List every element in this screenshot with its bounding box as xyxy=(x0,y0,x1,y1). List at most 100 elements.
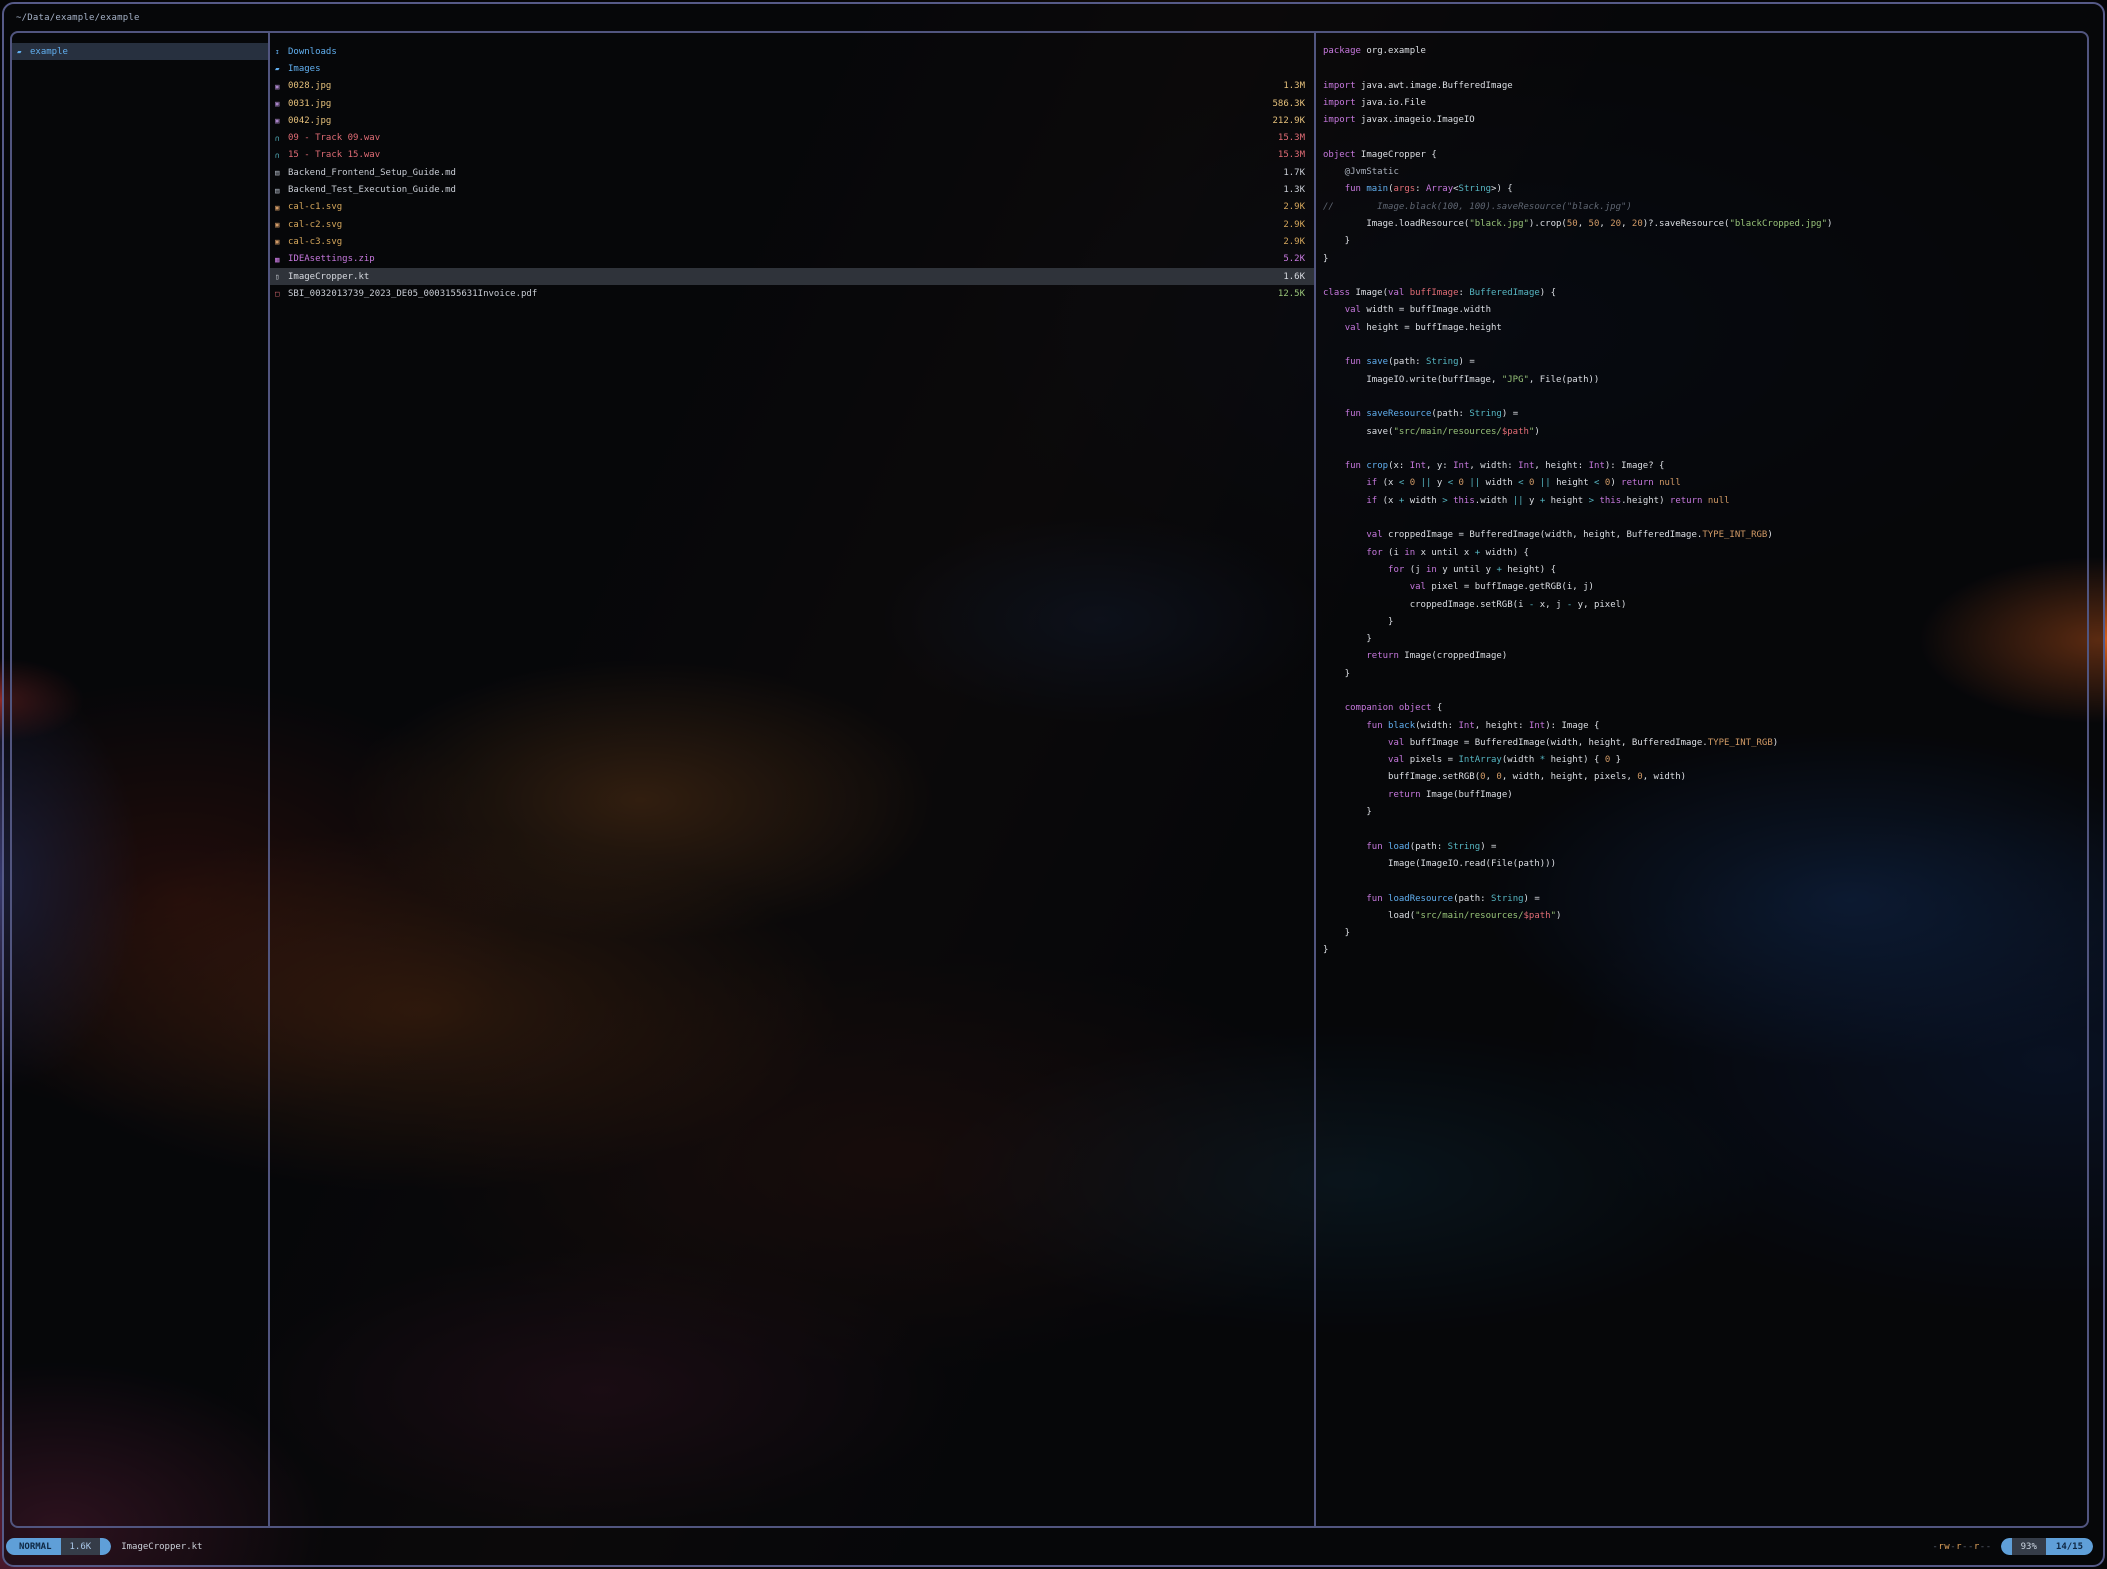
code-line: } xyxy=(1323,614,2091,631)
code-line: if (x < 0 || y < 0 || width < 0 || heigh… xyxy=(1323,475,2091,492)
code-line: for (j in y until y + height) { xyxy=(1323,562,2091,579)
code-line: fun black(width: Int, height: Int): Imag… xyxy=(1323,718,2091,735)
file-name: cal-c1.svg xyxy=(288,202,342,212)
file-permissions: -rw-r--r-- xyxy=(1932,1542,1991,1552)
code-line: // Image.black(100, 100).saveResource("b… xyxy=(1323,199,2091,216)
file-row[interactable]: ∩09 - Track 09.wav15.3M xyxy=(270,129,1314,146)
code-line xyxy=(1323,510,2091,527)
permission-segment: rw xyxy=(1938,1542,1950,1552)
code-line: val pixels = IntArray(width * height) { … xyxy=(1323,752,2091,769)
image-icon: ▣ xyxy=(275,220,288,229)
file-row[interactable]: ▣0028.jpg1.3M xyxy=(270,78,1314,95)
image-icon: ▣ xyxy=(275,237,288,246)
file-size: 2.9K xyxy=(1275,202,1305,212)
code-line xyxy=(1323,441,2091,458)
file-size: 1.3M xyxy=(1275,81,1305,91)
code-line: } xyxy=(1323,233,2091,250)
file-name: SBI_0032013739_2023_DE05_0003155631Invoi… xyxy=(288,289,537,299)
pill-cap xyxy=(100,1538,111,1555)
code-line: companion object { xyxy=(1323,700,2091,717)
screen: ~/Data/example/example ▰example ↧Downloa… xyxy=(0,0,2107,1569)
code-line: fun saveResource(path: String) = xyxy=(1323,406,2091,423)
code-line: ImageIO.write(buffImage, "JPG", File(pat… xyxy=(1323,372,2091,389)
file-size: 15.3M xyxy=(1270,133,1305,143)
file-row[interactable]: ▦IDEAsettings.zip5.2K xyxy=(270,251,1314,268)
file-row[interactable]: ▣cal-c3.svg 2.9K xyxy=(270,233,1314,250)
file-row[interactable]: ↧Downloads xyxy=(270,43,1314,60)
file-name: example xyxy=(30,47,68,57)
code-line: import java.io.File xyxy=(1323,95,2091,112)
code-line: import java.awt.image.BufferedImage xyxy=(1323,78,2091,95)
code-line xyxy=(1323,60,2091,77)
current-path: ~/Data/example/example xyxy=(16,9,140,27)
code-line: } xyxy=(1323,942,2091,959)
code-line xyxy=(1323,268,2091,285)
cursor-position: 14/15 xyxy=(2046,1538,2093,1555)
file-name: cal-c3.svg xyxy=(288,237,342,247)
image-icon: ▣ xyxy=(275,203,288,212)
code-line: } xyxy=(1323,666,2091,683)
file-size: 212.9K xyxy=(1264,116,1305,126)
file-size: 1.3K xyxy=(1275,185,1305,195)
file-size: 586.3K xyxy=(1264,99,1305,109)
code-line: object ImageCropper { xyxy=(1323,147,2091,164)
code-line: } xyxy=(1323,925,2091,942)
file-row[interactable]: ∩15 - Track 15.wav15.3M xyxy=(270,147,1314,164)
code-line: package org.example xyxy=(1323,43,2091,60)
file-list: ↧Downloads▰Images▣0028.jpg1.3M▣0031.jpg5… xyxy=(270,33,1314,302)
file-name: 0042.jpg xyxy=(288,116,331,126)
position-pill: 93% 14/15 xyxy=(2001,1538,2093,1555)
file-row[interactable]: ▣0042.jpg212.9K xyxy=(270,112,1314,129)
hovered-file-size: 1.6K xyxy=(61,1538,101,1555)
code-line: fun crop(x: Int, y: Int, width: Int, hei… xyxy=(1323,458,2091,475)
folder-icon: ▰ xyxy=(275,64,288,73)
file-size: 1.7K xyxy=(1275,168,1305,178)
file-name: Backend_Frontend_Setup_Guide.md xyxy=(288,168,456,178)
markdown-icon: ▤ xyxy=(275,168,288,177)
file-row[interactable]: ▣cal-c2.svg2.9K xyxy=(270,216,1314,233)
file-size: 2.9K xyxy=(1275,237,1305,247)
file-row[interactable]: ▯ImageCropper.kt1.6K xyxy=(270,268,1314,285)
code-line: Image(ImageIO.read(File(path))) xyxy=(1323,856,2091,873)
code-line xyxy=(1323,821,2091,838)
file-name: IDEAsettings.zip xyxy=(288,254,375,264)
file-name: 0031.jpg xyxy=(288,99,331,109)
code-line: @JvmStatic xyxy=(1323,164,2091,181)
pill-cap xyxy=(2001,1538,2012,1555)
file-size: 15.3M xyxy=(1270,150,1305,160)
code-line xyxy=(1323,389,2091,406)
code-line: val buffImage = BufferedImage(width, hei… xyxy=(1323,735,2091,752)
image-icon: ▣ xyxy=(275,99,288,108)
pdf-icon: □ xyxy=(275,289,288,298)
parent-dir-item[interactable]: ▰example xyxy=(12,43,268,60)
preview-pane[interactable]: package org.example import java.awt.imag… xyxy=(1314,33,2091,1526)
file-row[interactable]: ▣cal-c1.svg 2.9K xyxy=(270,199,1314,216)
code-line xyxy=(1323,873,2091,890)
folder-icon: ▰ xyxy=(17,47,30,56)
code-line: fun loadResource(path: String) = xyxy=(1323,891,2091,908)
code-preview: package org.example import java.awt.imag… xyxy=(1316,33,2091,960)
code-line: val width = buffImage.width xyxy=(1323,302,2091,319)
status-bar-right: -rw-r--r-- 93% 14/15 xyxy=(1932,1538,2093,1555)
code-line: class Image(val buffImage: BufferedImage… xyxy=(1323,285,2091,302)
code-line: Image.loadResource("black.jpg").crop(50,… xyxy=(1323,216,2091,233)
file-row[interactable]: ▰Images xyxy=(270,60,1314,77)
code-line: } xyxy=(1323,631,2091,648)
file-row[interactable]: □SBI_0032013739_2023_DE05_0003155631Invo… xyxy=(270,285,1314,302)
code-line: fun main(args: Array<String>) { xyxy=(1323,181,2091,198)
parent-directory-pane[interactable]: ▰example xyxy=(12,33,268,1526)
file-row[interactable]: ▣0031.jpg 586.3K xyxy=(270,95,1314,112)
file-name: Backend_Test_Execution_Guide.md xyxy=(288,185,456,195)
file-row[interactable]: ▤Backend_Frontend_Setup_Guide.md 1.7K xyxy=(270,164,1314,181)
file-size: 1.6K xyxy=(1275,272,1305,282)
code-line: fun save(path: String) = xyxy=(1323,354,2091,371)
audio-icon: ∩ xyxy=(275,151,288,160)
download-icon: ↧ xyxy=(275,47,288,56)
parent-directory-list: ▰example xyxy=(12,33,268,60)
code-line: } xyxy=(1323,804,2091,821)
permission-segment: -- xyxy=(1980,1542,1992,1552)
code-line: save("src/main/resources/$path") xyxy=(1323,424,2091,441)
file-size: 2.9K xyxy=(1275,220,1305,230)
current-directory-pane[interactable]: ↧Downloads▰Images▣0028.jpg1.3M▣0031.jpg5… xyxy=(268,33,1314,1526)
file-row[interactable]: ▤Backend_Test_Execution_Guide.md1.3K xyxy=(270,181,1314,198)
